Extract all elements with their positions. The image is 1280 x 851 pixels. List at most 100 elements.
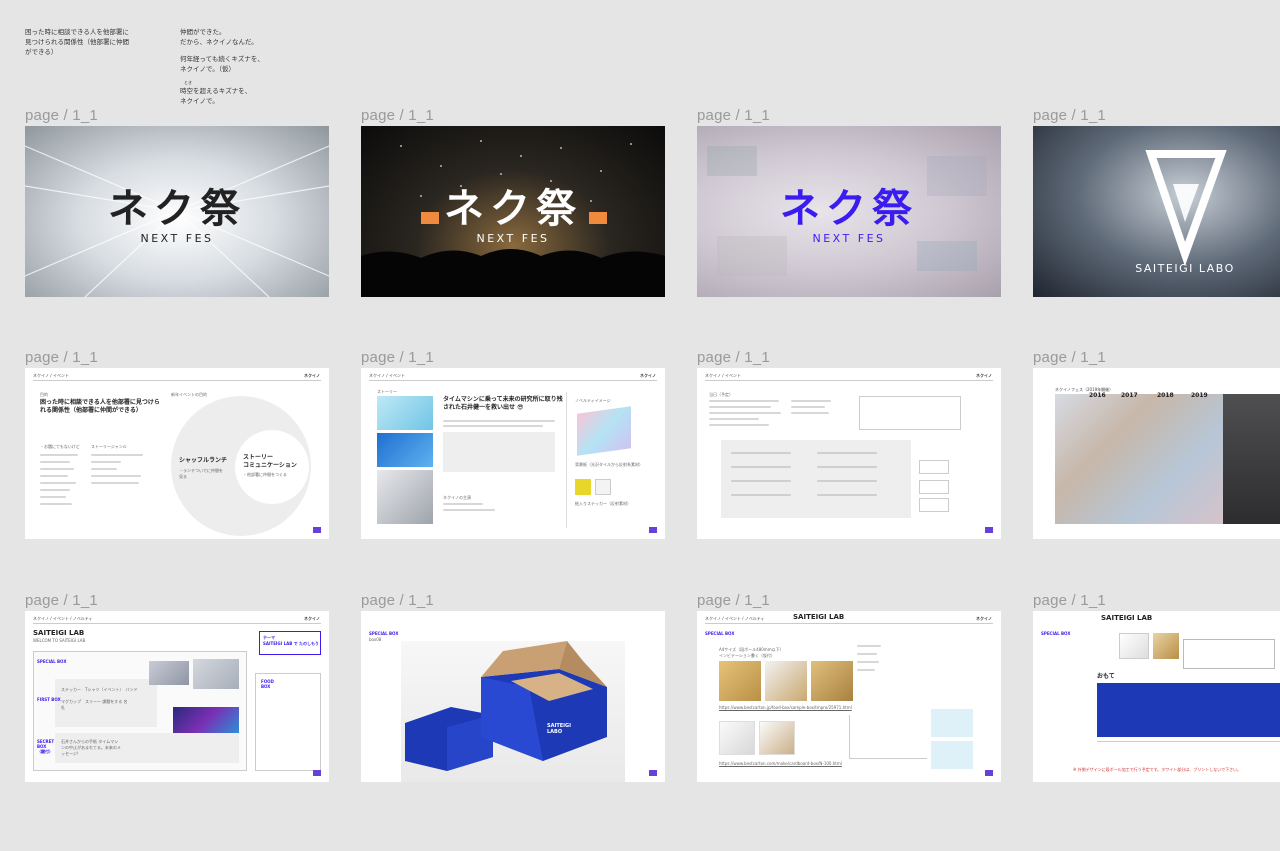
box-label: SPECIAL BOX: [705, 631, 735, 636]
slide-title: SAITEIGI LAB: [1101, 614, 1153, 622]
story-image: [377, 396, 433, 430]
slide-thumbnail[interactable]: ネク祭 NEXT FES: [361, 126, 665, 297]
slide-thumbnail[interactable]: ネクイノ / イベント ネクイノ 当日（予定）: [697, 368, 1001, 539]
slide-title: 当日（予定）: [709, 392, 733, 397]
item-spec: A4サイズ（段ボール480mm以下） インビテーション書く（仮付）: [719, 647, 784, 658]
corner-logo-icon: [649, 770, 657, 776]
slide-thumbnail[interactable]: SPECIAL BOX box08 SAITEIGI LABO: [361, 611, 665, 782]
hero-subtitle: NEXT FES: [812, 232, 886, 245]
page-label[interactable]: page / 1_1: [361, 349, 434, 366]
sticker-image: [575, 479, 591, 495]
slide-thumbnail[interactable]: ネクイノフェス（2019年開催） 2016 2017 2018 2019: [1033, 368, 1280, 539]
box-label: SPECIAL BOX: [37, 659, 67, 664]
slide-header: ネクイノ / イベント: [369, 373, 405, 378]
page-label[interactable]: page / 1_1: [697, 349, 770, 366]
hero-title: ネク祭: [444, 186, 582, 232]
print-note: ※ 外側デザインに段ボール加工で行う予定です。ホワイト部分は、プリントしないで下…: [1073, 767, 1242, 772]
year-label: 2016: [1089, 392, 1106, 399]
year-label: 2017: [1121, 392, 1138, 399]
circle-label: シャッフルランチ: [179, 457, 228, 464]
corner-logo-icon: [313, 770, 321, 776]
page-label[interactable]: page / 1_1: [697, 107, 770, 124]
product-link[interactable]: https://www.bestcarton.jp/food-box/sampl…: [719, 705, 852, 710]
product-photo: [765, 661, 807, 701]
slide-header: ネクイノ / イベント: [705, 373, 741, 378]
year-label: 2019: [1191, 392, 1208, 399]
dieline-top: [1183, 639, 1275, 669]
items: マグカップ スリーー 課題をする 名札: [61, 699, 128, 710]
product-photo: [719, 661, 761, 701]
year-label: 2018: [1157, 392, 1174, 399]
box-render: [1153, 633, 1179, 659]
slide-thumbnail[interactable]: SPECIAL BOX SAITEIGI LAB おもて ※ 外側デザインに段ボ…: [1033, 611, 1280, 782]
divider: [705, 623, 993, 624]
novelty-caption: 絵入りステッカー（反射素材）: [575, 501, 631, 506]
corner-logo-icon: [649, 527, 657, 533]
sticker-image: [595, 479, 611, 495]
section-label: ストーリー: [377, 389, 397, 394]
slide-thumbnail[interactable]: ネクイノ / イベント ネクイノ 目的 困った時に相談できる人を他部署に見つけら…: [25, 368, 329, 539]
page-label[interactable]: page / 1_1: [1033, 349, 1106, 366]
slide-thumbnail[interactable]: ネクイノ / イベント / ノベルティ SAITEIGI LAB ネクイノ SP…: [697, 611, 1001, 782]
note-ruby: とき: [184, 80, 192, 85]
brand-logo: ネクイノ: [304, 373, 320, 378]
divider: [705, 380, 993, 381]
slide-thumbnail[interactable]: ネク祭 NEXT FES: [697, 126, 1001, 297]
hero-title: ネク祭: [108, 186, 246, 232]
slide-subtitle: WELCOM TO SAITEIGI LAB: [33, 638, 86, 643]
slide-header: ネクイノ / イベント / ノベルティ: [705, 616, 765, 621]
story-image: [377, 433, 433, 467]
dieline-print: [1097, 683, 1280, 737]
slide-header: ネクイノ / イベント / ノベルティ: [33, 616, 93, 621]
page-label[interactable]: page / 1_1: [25, 349, 98, 366]
box-render: [931, 741, 973, 769]
page-label[interactable]: page / 1_1: [1033, 107, 1106, 124]
brand-logo: ネクイノ: [304, 616, 320, 621]
page-label[interactable]: page / 1_1: [25, 592, 98, 609]
corner-logo-icon: [313, 527, 321, 533]
box-print: SAITEIGI LABO: [547, 723, 571, 735]
plan-photo: [193, 659, 239, 689]
page-label[interactable]: page / 1_1: [361, 592, 434, 609]
slide-thumbnail[interactable]: SAITEIGI LABO: [1033, 126, 1280, 297]
slide-thumbnail[interactable]: ネク祭 NEXT FES: [25, 126, 329, 297]
slide-title: SAITEIGI LAB: [33, 629, 85, 637]
box-icon: [405, 641, 607, 771]
product-photo: [759, 721, 795, 755]
hero-title: SAITEIGI LABO: [1135, 262, 1235, 275]
page-label[interactable]: page / 1_1: [361, 107, 434, 124]
slide-title: SAITEIGI LAB: [793, 613, 845, 621]
story-image: [377, 470, 433, 524]
divider: [33, 623, 321, 624]
hero-title: ネク祭: [780, 186, 918, 232]
slide-thumbnail[interactable]: ネクイノ / イベント / ノベルティ ネクイノ SAITEIGI LAB WE…: [25, 611, 329, 782]
divider: [33, 380, 321, 381]
list-title: ストーリージャンル: [91, 444, 127, 449]
section-label: ネクイノの主演: [443, 495, 471, 500]
page-label[interactable]: page / 1_1: [697, 592, 770, 609]
box-label: FOOD BOX: [261, 679, 274, 689]
slide-thumbnail[interactable]: ネクイノ / イベント ネクイノ ストーリー タイムマシンに乗って未来の研究所に…: [361, 368, 665, 539]
slide-heading: タイムマシンに乗って未来の研究所に取り残された石井健一を救い出せ 😎: [443, 396, 563, 411]
product-link[interactable]: https://www.bestcarton.com/make/cardboar…: [719, 761, 842, 766]
slide-heading: 困った時に相談できる人を他部署に見つけられる関係性（他部署に仲間ができる）: [40, 399, 160, 414]
brand-logo: ネクイノ: [640, 373, 656, 378]
text-box: [443, 432, 555, 472]
circle-label: ストーリー コミュニケーション: [243, 454, 297, 469]
items: ステッカー Tシャツ（イベント） バンド: [61, 687, 138, 692]
hero-subtitle: NEXT FES: [476, 232, 550, 245]
page-label[interactable]: page / 1_1: [25, 107, 98, 124]
collage-image: [1055, 394, 1227, 524]
front-label: おもて: [1097, 673, 1115, 680]
box-label: SPECIAL BOX: [1041, 631, 1071, 636]
note-left: 困った時に相談できる人を他部署に 見つけられる関係性（他部署に仲間 ができる）: [25, 28, 129, 56]
novelty-image: [577, 406, 631, 456]
product-photo: [811, 661, 853, 701]
brand-logo: ネクイノ: [976, 616, 992, 621]
corner-logo-icon: [985, 770, 993, 776]
box-label: FIRST BOX: [37, 697, 61, 702]
theme-label: テーマ SAITEIGI LAB で たのしもう: [263, 635, 319, 646]
section-label: 新年イベントの目的: [171, 392, 207, 397]
circle-sub: ・他部署に仲間をつくる: [243, 472, 287, 477]
page-label[interactable]: page / 1_1: [1033, 592, 1106, 609]
